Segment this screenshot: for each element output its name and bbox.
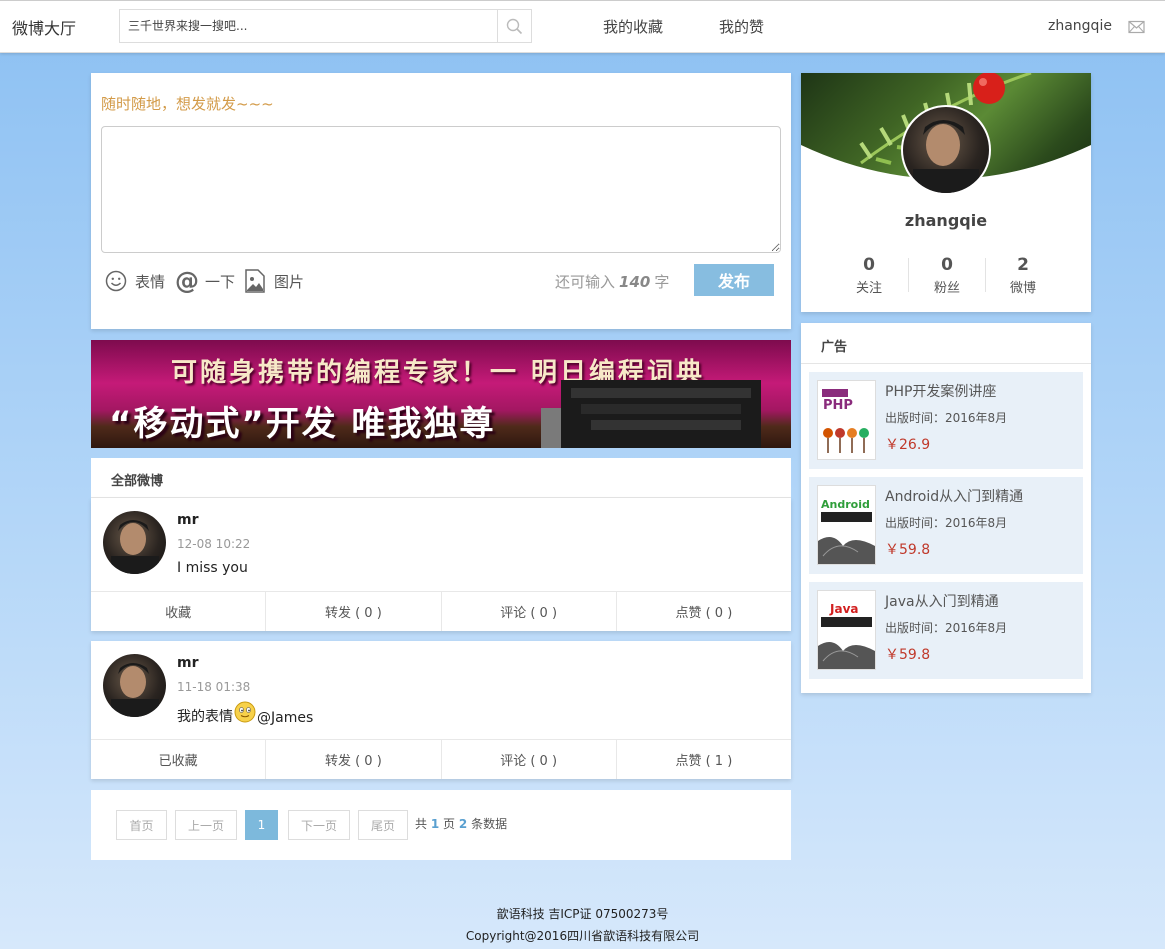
like-button[interactable]: 点赞 ( 0 ) <box>617 592 791 631</box>
search-box <box>119 9 532 43</box>
profile-username[interactable]: zhangqie <box>801 211 1091 230</box>
favorite-button[interactable]: 已收藏 <box>91 740 267 779</box>
page-1-button[interactable]: 1 <box>245 810 278 840</box>
divider <box>801 363 1091 364</box>
pagination: 首页 上一页 1 下一页 尾页 共 1 页 2 条数据 <box>91 790 791 860</box>
post-textarea[interactable] <box>101 126 781 253</box>
avatar[interactable] <box>103 654 166 717</box>
image-button[interactable]: 图片 <box>244 269 304 293</box>
feed-header: 全部微博 <box>91 458 791 498</box>
post-card: mr 11-18 01:38 我的表情 @James 已收藏 转发 ( 0 ) … <box>91 641 791 779</box>
smiley-emoji-icon <box>234 701 256 723</box>
ad-price: ￥59.8 <box>885 647 931 663</box>
smiley-icon <box>105 270 127 292</box>
ad-banner[interactable]: 可随身携带的编程专家！一 明日编程词典 “移动式”开发 唯我独尊 <box>91 340 791 448</box>
search-icon <box>506 18 523 34</box>
post-mention[interactable]: @James <box>257 710 313 726</box>
book-cover-php: PHP <box>817 380 876 460</box>
top-navbar: 微博大厅 我的收藏 我的赞 zhangqie <box>0 0 1165 53</box>
emoji-button[interactable]: 表情 <box>105 269 165 293</box>
footer-icp: 歆语科技 吉ICP证 07500273号 <box>496 907 669 921</box>
next-page-button[interactable]: 下一页 <box>288 810 350 840</box>
pagination-info: 共 1 页 2 条数据 <box>415 817 508 831</box>
repost-button[interactable]: 转发 ( 0 ) <box>266 740 442 779</box>
post-text: 我的表情 <box>177 709 233 725</box>
like-button[interactable]: 点赞 ( 1 ) <box>617 740 791 779</box>
at-icon: @ <box>175 267 199 295</box>
svg-text:PHP: PHP <box>823 398 853 413</box>
stat-followers[interactable]: 0 粉丝 <box>907 255 987 296</box>
svg-text:Android: Android <box>821 498 870 511</box>
post-composer: 随时随地，想发就发~~~ 表情 @ 一下 图片 还可输入 140 字 发布 <box>91 73 791 329</box>
post-content: I miss you <box>177 560 248 576</box>
prev-page-button[interactable]: 上一页 <box>175 810 237 840</box>
image-icon <box>245 269 265 293</box>
nav-my-likes[interactable]: 我的赞 <box>719 16 764 37</box>
ad-price: ￥26.9 <box>885 437 931 453</box>
search-button[interactable] <box>497 10 531 42</box>
book-cover-android: Android <box>817 485 876 565</box>
post-card: mr 12-08 10:22 I miss you 收藏 转发 ( 0 ) 评论… <box>91 498 791 631</box>
ad-item[interactable]: PHP PHP开发案例讲座 出版时间：2016年8月 ￥26.9 <box>809 372 1083 469</box>
mention-label: 一下 <box>205 272 236 291</box>
publish-button[interactable]: 发布 <box>694 264 774 296</box>
book-stack-image <box>541 380 761 448</box>
favorite-button[interactable]: 收藏 <box>91 592 267 631</box>
first-page-button[interactable]: 首页 <box>116 810 167 840</box>
banner-slogan: “移动式”开发 唯我独尊 <box>109 404 496 444</box>
nav-my-favorites[interactable]: 我的收藏 <box>603 16 663 37</box>
last-page-button[interactable]: 尾页 <box>358 810 408 840</box>
post-action-bar: 收藏 转发 ( 0 ) 评论 ( 0 ) 点赞 ( 0 ) <box>91 591 791 631</box>
comment-button[interactable]: 评论 ( 0 ) <box>442 592 617 631</box>
repost-button[interactable]: 转发 ( 0 ) <box>266 592 442 631</box>
char-counter: 还可输入 140 字 <box>555 273 670 291</box>
svg-text:Java: Java <box>829 602 858 616</box>
ads-title: 广告 <box>821 340 848 355</box>
ad-book-title[interactable]: Java从入门到精通 <box>885 591 999 611</box>
ad-book-title[interactable]: PHP开发案例讲座 <box>885 381 996 401</box>
ad-item[interactable]: Android Android从入门到精通 出版时间：2016年8月 ￥59.8 <box>809 477 1083 574</box>
book-cover-java: Java <box>817 590 876 670</box>
brand-link[interactable]: 微博大厅 <box>12 15 76 39</box>
footer-copyright: Copyright@2016四川省歆语科技有限公司 <box>465 929 700 943</box>
profile-avatar[interactable] <box>901 105 991 195</box>
avatar[interactable] <box>103 511 166 574</box>
image-label: 图片 <box>274 272 305 291</box>
post-content: 我的表情 @James <box>177 701 313 726</box>
search-input[interactable] <box>120 10 498 42</box>
stat-following[interactable]: 0 关注 <box>829 255 909 296</box>
ad-item[interactable]: Java Java从入门到精通 出版时间：2016年8月 ￥59.8 <box>809 582 1083 679</box>
post-action-bar: 已收藏 转发 ( 0 ) 评论 ( 0 ) 点赞 ( 1 ) <box>91 739 791 779</box>
post-time: 12-08 10:22 <box>177 537 251 551</box>
current-user-link[interactable]: zhangqie <box>1048 18 1112 34</box>
mention-button[interactable]: @ 一下 <box>175 269 235 293</box>
ad-publish-date: 出版时间：2016年8月 <box>885 411 1008 425</box>
emoji-label: 表情 <box>135 272 166 291</box>
feed-title: 全部微博 <box>111 474 164 489</box>
ad-publish-date: 出版时间：2016年8月 <box>885 516 1008 530</box>
mail-icon[interactable] <box>1128 20 1145 34</box>
ads-panel: 广告 PHP PHP开发案例讲座 出版时间：2016年8月 ￥26.9 Andr… <box>801 323 1091 693</box>
comment-button[interactable]: 评论 ( 0 ) <box>442 740 617 779</box>
post-author[interactable]: mr <box>177 655 199 671</box>
composer-prompt: 随时随地，想发就发~~~ <box>101 95 274 113</box>
post-time: 11-18 01:38 <box>177 680 251 694</box>
post-author[interactable]: mr <box>177 512 199 528</box>
ad-price: ￥59.8 <box>885 542 931 558</box>
stat-posts[interactable]: 2 微博 <box>983 255 1063 296</box>
ad-book-title[interactable]: Android从入门到精通 <box>885 486 1023 506</box>
ad-publish-date: 出版时间：2016年8月 <box>885 621 1008 635</box>
profile-card: zhangqie 0 关注 0 粉丝 2 微博 <box>801 73 1091 312</box>
